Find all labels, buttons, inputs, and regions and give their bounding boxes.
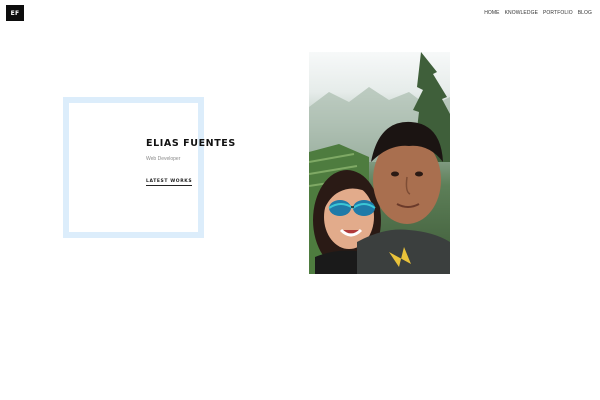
hero-role: Web Developer xyxy=(146,156,181,162)
nav-item-home[interactable]: HOME xyxy=(484,10,499,16)
logo[interactable]: EF xyxy=(6,5,24,21)
main-nav: HOME KNOWLEDGE PORTFOLIO BLOG xyxy=(484,10,592,16)
nav-item-blog[interactable]: BLOG xyxy=(578,10,592,16)
latest-works-link[interactable]: LATEST WORKS xyxy=(146,179,193,186)
nav-item-knowledge[interactable]: KNOWLEDGE xyxy=(505,10,538,16)
profile-photo xyxy=(309,52,450,274)
page: EF HOME KNOWLEDGE PORTFOLIO BLOG ELIAS F… xyxy=(0,0,600,400)
hero-name: ELIAS FUENTES xyxy=(146,138,236,149)
hero-frame xyxy=(63,97,204,238)
nav-item-portfolio[interactable]: PORTFOLIO xyxy=(543,10,573,16)
